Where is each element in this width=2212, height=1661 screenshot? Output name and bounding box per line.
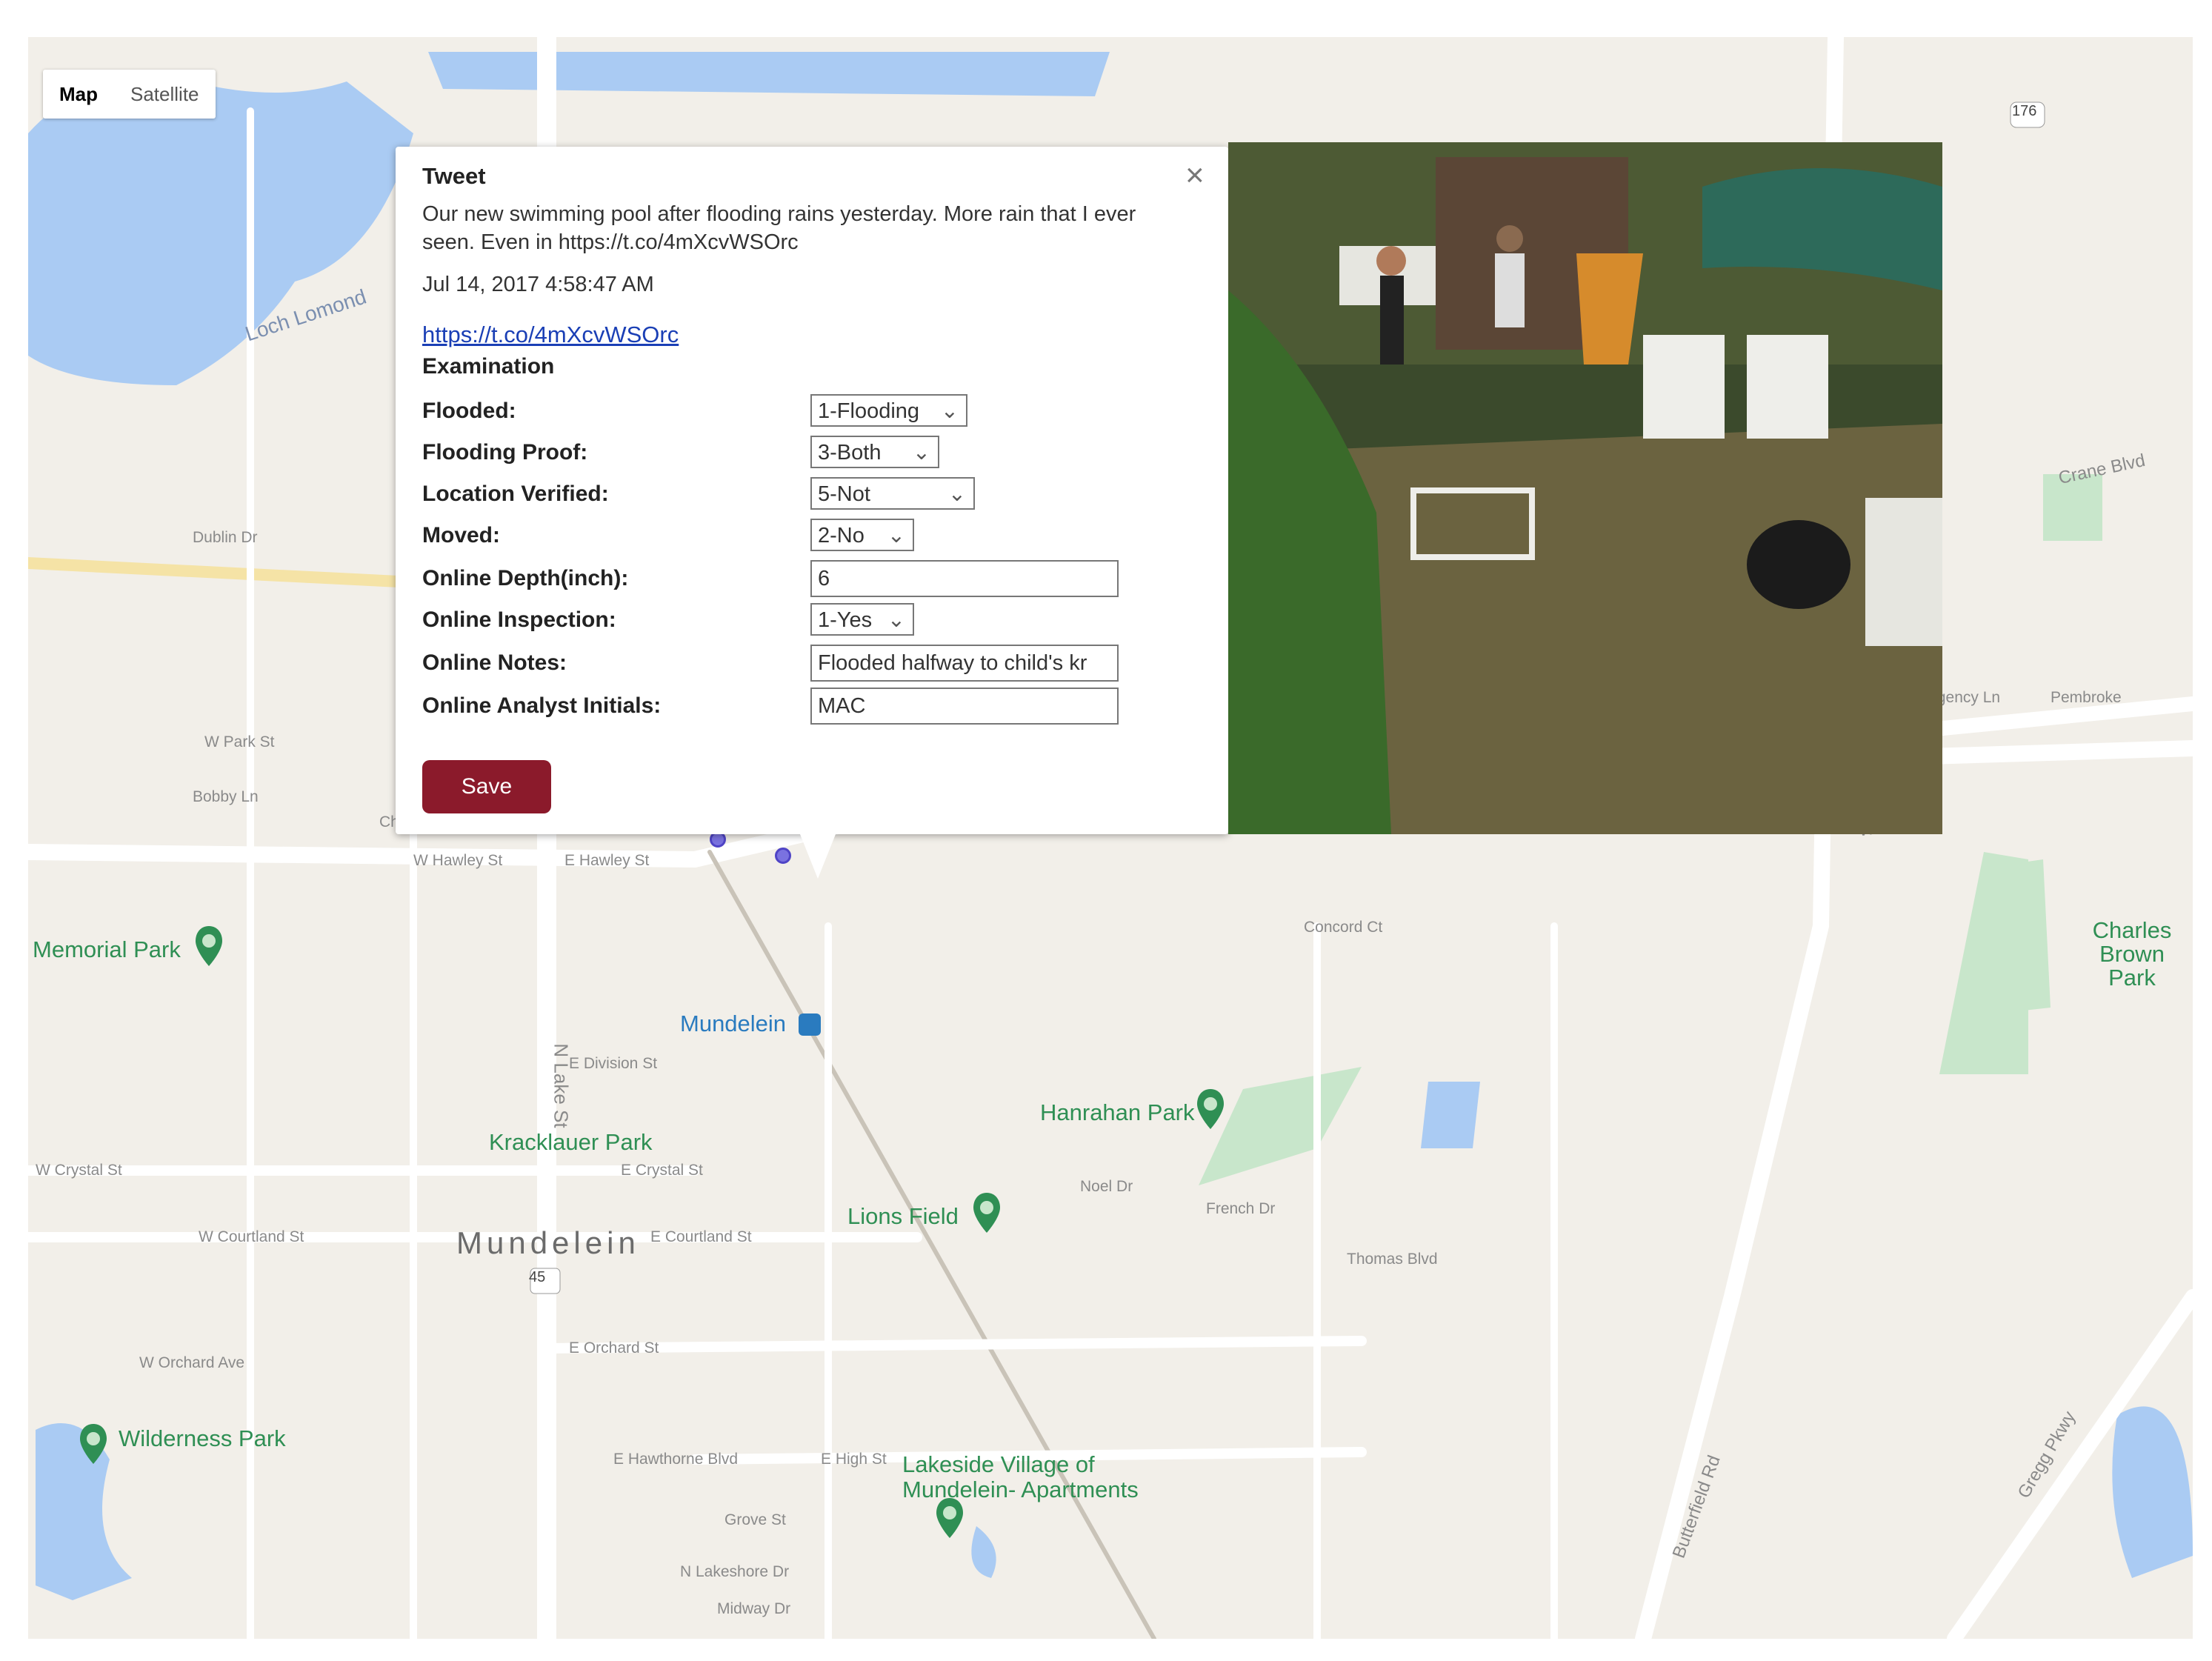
- water-loch-lomond: [28, 79, 413, 385]
- street-e-high: E High St: [821, 1451, 887, 1468]
- street-french: French Dr: [1206, 1200, 1276, 1217]
- popup-title: Tweet: [422, 163, 486, 189]
- road-orchard: [542, 1336, 1367, 1354]
- tweet-photo: [1228, 142, 1942, 834]
- street-w-orchard: W Orchard Ave: [139, 1354, 244, 1371]
- tweet-info-window: × Tweet Our new swimming pool after floo…: [396, 147, 1228, 879]
- street-pembroke: Pembroke: [2051, 689, 2122, 706]
- location-verified-label: Location Verified:: [422, 482, 609, 506]
- flooded-select[interactable]: 1-Flooding ⌄: [810, 394, 967, 427]
- online-inspection-select[interactable]: 1-Yes ⌄: [810, 603, 914, 636]
- park-label-memorial: Memorial Park: [33, 936, 181, 962]
- street-lakeshore: N Lakeshore Dr: [680, 1563, 790, 1580]
- park-label-kracklauer: Kracklauer Park: [489, 1129, 653, 1155]
- online-inspection-value: 1-Yes: [818, 608, 873, 632]
- map-view-button[interactable]: Map: [43, 70, 114, 119]
- close-icon[interactable]: ×: [1185, 157, 1205, 194]
- park-label-wilderness: Wilderness Park: [119, 1425, 286, 1451]
- street-w-hawley: W Hawley St: [413, 852, 503, 869]
- online-depth-label: Online Depth(inch):: [422, 566, 629, 590]
- analyst-initials-input[interactable]: MAC: [810, 688, 1119, 725]
- moved-label: Moved:: [422, 523, 500, 547]
- street-bobby: Bobby Ln: [193, 788, 259, 805]
- tweet-date: Jul 14, 2017 4:58:47 AM: [422, 273, 654, 296]
- popup-pointer: [800, 834, 836, 879]
- flooded-value: 1-Flooding: [818, 399, 920, 423]
- park-label-lions: Lions Field: [847, 1203, 959, 1229]
- map-canvas[interactable]: Map Satellite 45 176 Loch Lomond W Hawle…: [28, 37, 2193, 1639]
- street-e-hawthorne: E Hawthorne Blvd: [613, 1451, 739, 1468]
- moved-select[interactable]: 2-No ⌄: [810, 519, 914, 551]
- park-label-charles-brown: Charles Brown Park: [2092, 917, 2172, 991]
- tweet-marker-dot[interactable]: [775, 848, 791, 864]
- chevron-down-icon: ⌄: [887, 524, 905, 547]
- park-east: [1939, 852, 2028, 1074]
- water-upper-lake: [428, 52, 1110, 96]
- flooding-proof-select[interactable]: 3-Both ⌄: [810, 436, 939, 468]
- highway-45-label: 45: [529, 1269, 546, 1285]
- town-label: Mundelein: [456, 1225, 640, 1260]
- map-pin-icon[interactable]: [79, 1422, 108, 1465]
- chevron-down-icon: ⌄: [912, 441, 930, 465]
- map-pin-icon[interactable]: [194, 925, 224, 968]
- street-dublin: Dublin Dr: [193, 529, 258, 546]
- map-pin-icon[interactable]: [1196, 1088, 1225, 1131]
- street-thomas: Thomas Blvd: [1347, 1251, 1438, 1268]
- map-pin-icon[interactable]: [972, 1191, 1002, 1234]
- online-notes-label: Online Notes:: [422, 650, 567, 675]
- street-concord: Concord Ct: [1304, 919, 1383, 936]
- street-e-hawley: E Hawley St: [564, 852, 650, 869]
- street-e-orchard: E Orchard St: [569, 1339, 659, 1357]
- chevron-down-icon: ⌄: [947, 482, 966, 506]
- examination-heading: Examination: [422, 354, 555, 379]
- water-pond-1: [1421, 1082, 1480, 1148]
- apartments-label: Lakeside Village of Mundelein- Apartment…: [902, 1451, 1139, 1502]
- location-verified-select[interactable]: 5-Not ⌄: [810, 477, 975, 510]
- tweet-link[interactable]: https://t.co/4mXcvWSOrc: [422, 322, 679, 348]
- moved-value: 2-No: [818, 524, 865, 547]
- street-noel: Noel Dr: [1080, 1178, 1133, 1195]
- flooding-proof-value: 3-Both: [818, 441, 882, 465]
- tweet-text: Our new swimming pool after flooding rai…: [422, 202, 1136, 254]
- map-type-toggle: Map Satellite: [43, 70, 216, 119]
- online-depth-input[interactable]: 6: [810, 560, 1119, 597]
- street-midway: Midway Dr: [717, 1600, 791, 1617]
- analyst-initials-label: Online Analyst Initials:: [422, 693, 662, 718]
- water-east: [2112, 1406, 2193, 1578]
- street-w-park: W Park St: [204, 733, 275, 750]
- park-label-hanrahan: Hanrahan Park: [1040, 1099, 1195, 1125]
- station-label: Mundelein: [680, 1011, 787, 1036]
- chevron-down-icon: ⌄: [940, 399, 959, 423]
- chevron-down-icon: ⌄: [887, 608, 905, 632]
- street-e-courtland: E Courtland St: [650, 1228, 752, 1245]
- online-notes-input[interactable]: Flooded halfway to child's kr: [810, 645, 1119, 682]
- satellite-view-button[interactable]: Satellite: [114, 70, 216, 119]
- flooded-label: Flooded:: [422, 399, 516, 423]
- street-e-crystal: E Crystal St: [621, 1162, 703, 1179]
- street-e-division: E Division St: [569, 1055, 658, 1072]
- map-pin-icon[interactable]: [935, 1497, 965, 1539]
- flooding-proof-label: Flooding Proof:: [422, 440, 588, 465]
- online-inspection-label: Online Inspection:: [422, 608, 616, 632]
- location-verified-value: 5-Not: [818, 482, 870, 506]
- street-w-courtland: W Courtland St: [199, 1228, 304, 1245]
- save-button[interactable]: Save: [422, 760, 551, 813]
- street-w-crystal: W Crystal St: [36, 1162, 122, 1179]
- highway-176-label: 176: [2012, 103, 2037, 119]
- water-pond-2: [971, 1526, 996, 1578]
- street-grove: Grove St: [724, 1511, 786, 1528]
- train-station-icon: [799, 1013, 821, 1036]
